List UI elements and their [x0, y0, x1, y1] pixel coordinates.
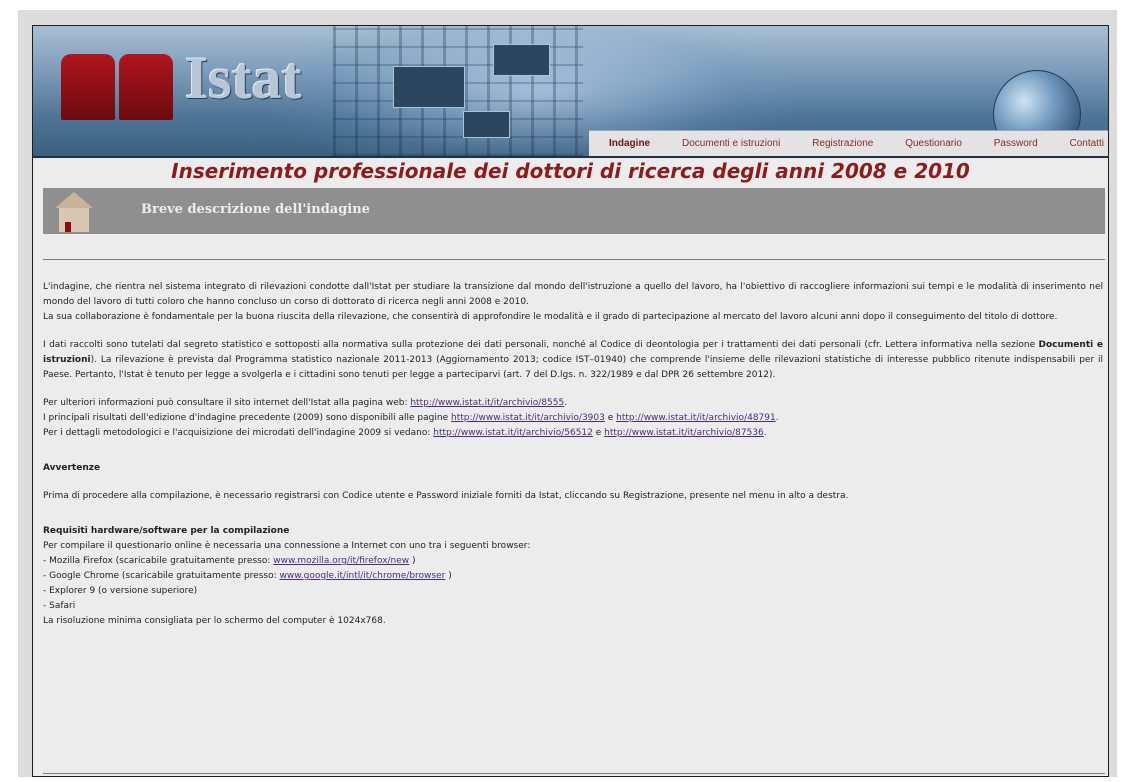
warnings-text: Prima di procedere alla compilazione, è …: [43, 491, 849, 501]
chip-graphic: [493, 44, 550, 76]
archivio-87536-link[interactable]: http://www.istat.it/it/archivio/87536: [604, 428, 764, 438]
chrome-item: - Google Chrome (scaricabile gratuitamen…: [43, 571, 280, 581]
requirements-heading: Requisiti hardware/software per la compi…: [43, 526, 290, 536]
divider: [43, 259, 1105, 260]
conjunction: e: [604, 413, 617, 423]
warnings-block: Avvertenze: [43, 461, 1103, 476]
divider: [43, 773, 1105, 774]
privacy-text: I dati raccolti sono tutelati dal segret…: [43, 340, 1039, 350]
nav-item-registrazione[interactable]: Registrazione: [812, 138, 873, 149]
header-banner: Istat Indagine Documenti e istruzioni Re…: [33, 26, 1108, 158]
archivio-48791-link[interactable]: http://www.istat.it/it/archivio/48791: [616, 413, 776, 423]
nav-item-password[interactable]: Password: [994, 138, 1038, 149]
firefox-link[interactable]: www.mozilla.org/it/firefox/new: [273, 556, 409, 566]
logo-text: Istat: [185, 45, 302, 111]
nav-item-questionario[interactable]: Questionario: [905, 138, 962, 149]
chip-graphic: [393, 66, 465, 108]
safari-item: - Safari: [43, 601, 76, 611]
intro-text: L'indagine, che rientra nel sistema inte…: [43, 282, 1103, 307]
archivio-56512-link[interactable]: http://www.istat.it/it/archivio/56512: [433, 428, 593, 438]
nav-item-contatti[interactable]: Contatti: [1069, 138, 1103, 149]
archivio-8555-link[interactable]: http://www.istat.it/it/archivio/8555: [410, 398, 564, 408]
conjunction: e: [592, 428, 605, 438]
link-intro: I principali risultati dell'edizione d'i…: [43, 413, 451, 423]
istat-logo[interactable]: Istat: [61, 45, 311, 126]
privacy-text-cont: ). La rilevazione è prevista dal Program…: [43, 355, 1103, 380]
logo-block-icon: [119, 54, 173, 120]
link-intro: Per i dettagli metodologici e l'acquisiz…: [43, 428, 434, 438]
collaboration-text: La sua collaborazione è fondamentale per…: [43, 312, 1058, 322]
explorer-item: - Explorer 9 (o versione superiore): [43, 586, 198, 596]
resolution-note: La risoluzione minima consigliata per lo…: [43, 616, 386, 626]
intro-paragraph: L'indagine, che rientra nel sistema inte…: [43, 280, 1103, 325]
page-frame: Istat Indagine Documenti e istruzioni Re…: [32, 25, 1109, 777]
privacy-paragraph: I dati raccolti sono tutelati dal segret…: [43, 338, 1103, 383]
links-paragraph: Per ulteriori informazioni può consultar…: [43, 398, 779, 438]
logo-block-icon: [61, 54, 115, 120]
main-nav: Indagine Documenti e istruzioni Registra…: [589, 130, 1108, 156]
section-bar: Breve descrizione dell'indagine: [43, 188, 1105, 234]
requirements-intro: Per compilare il questionario online è n…: [43, 541, 531, 551]
warnings-heading: Avvertenze: [43, 463, 101, 473]
nav-item-indagine[interactable]: Indagine: [609, 138, 650, 149]
page-background: Istat Indagine Documenti e istruzioni Re…: [18, 10, 1117, 777]
nav-item-documenti[interactable]: Documenti e istruzioni: [682, 138, 780, 149]
requirements-block: Requisiti hardware/software per la compi…: [43, 526, 531, 626]
link-intro: Per ulteriori informazioni può consultar…: [43, 398, 411, 408]
home-icon: [53, 192, 95, 234]
firefox-item: - Mozilla Firefox (scaricabile gratuitam…: [43, 556, 274, 566]
archivio-3903-link[interactable]: http://www.istat.it/it/archivio/3903: [451, 413, 605, 423]
chip-graphic: [463, 111, 510, 138]
section-title: Breve descrizione dell'indagine: [141, 202, 370, 217]
main-content: L'indagine, che rientra nel sistema inte…: [43, 280, 1103, 642]
chrome-link[interactable]: www.google.it/intl/it/chrome/browser: [279, 571, 445, 581]
page-title: Inserimento professionale dei dottori di…: [171, 159, 970, 183]
